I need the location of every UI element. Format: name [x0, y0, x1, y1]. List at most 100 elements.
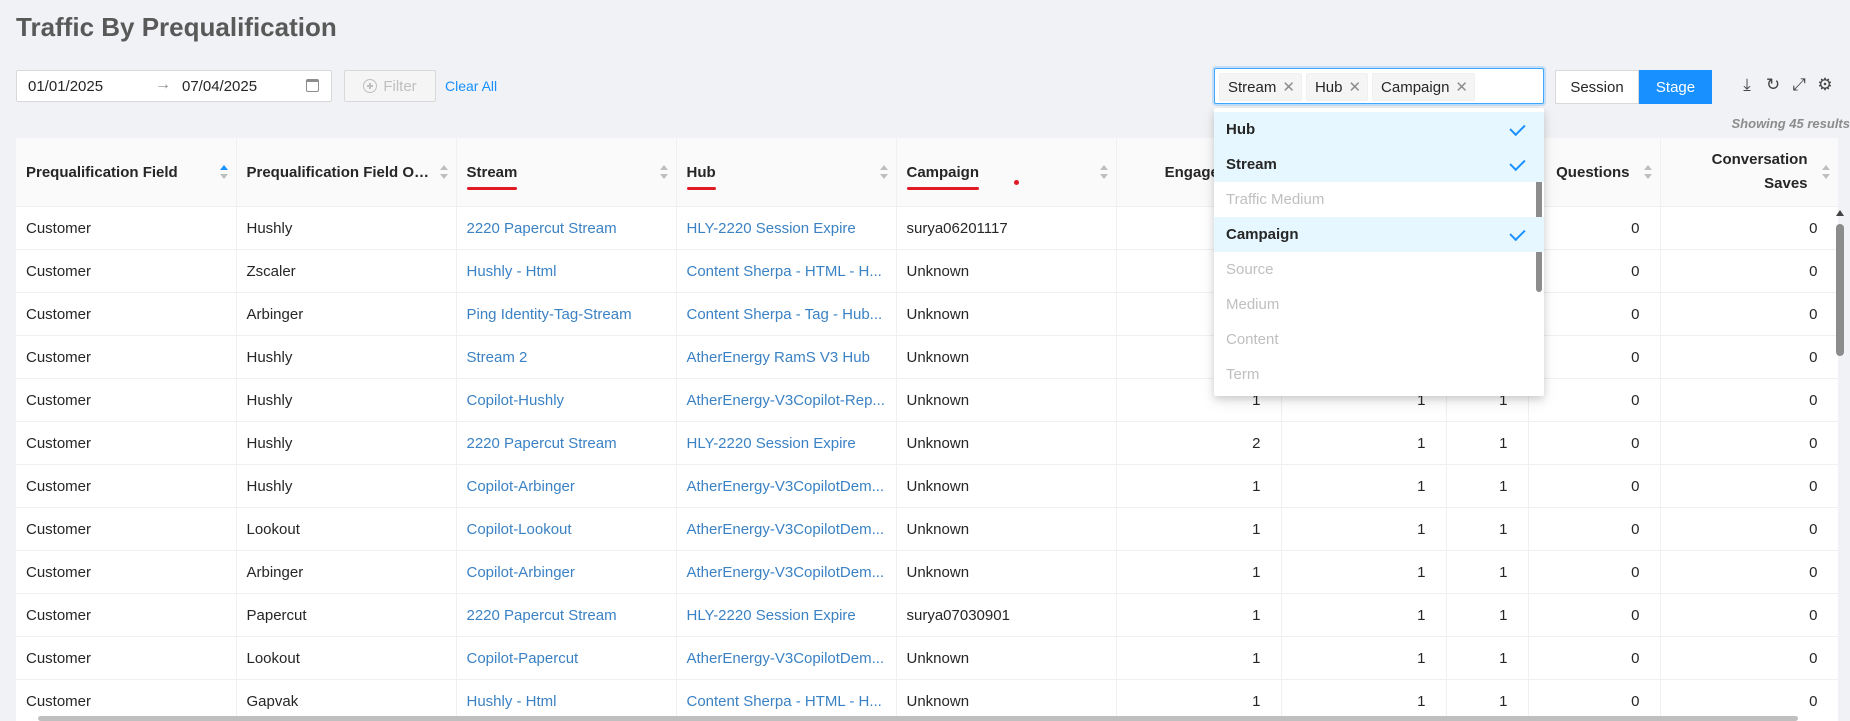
option-label: Source [1226, 261, 1274, 278]
table-cell[interactable]: HLY-2220 Session Expire [676, 421, 897, 465]
col-questions[interactable]: Questions [1528, 138, 1661, 207]
table-row[interactable]: Customer Arbinger Ping Identity-Tag-Stream… [16, 292, 1838, 336]
option-label: Stream [1226, 156, 1277, 173]
table-cell: 1 [1281, 507, 1447, 551]
table-cell: 1 [1281, 679, 1447, 721]
col-label: Hub [686, 163, 716, 190]
table-cell[interactable]: HLY-2220 Session Expire [676, 206, 897, 250]
calendar-icon[interactable] [306, 79, 319, 92]
table-row[interactable]: Customer Hushly Copilot-Arbinger AtherEnerg… [16, 464, 1838, 508]
table-cell[interactable]: HLY-2220 Session Expire [676, 593, 897, 637]
table-cell: 1 [1281, 636, 1447, 680]
download-icon[interactable]: ⤓ [1738, 76, 1756, 94]
sort-icon[interactable] [879, 165, 888, 179]
close-icon[interactable]: ✕ [1282, 78, 1295, 96]
col-conversation-saves[interactable]: Conversation Saves [1660, 138, 1838, 207]
table-row[interactable]: Customer Gapvak Hushly - Html Content Sherp… [16, 679, 1838, 721]
fullscreen-icon[interactable]: ⤢ [1790, 76, 1808, 94]
results-table: Prequalification Field Prequalification … [16, 138, 1838, 721]
table-cell[interactable]: AtherEnergy RamS V3 Hub [676, 335, 897, 379]
dropdown-option-campaign[interactable]: Campaign [1214, 217, 1544, 252]
table-cell[interactable]: AtherEnergy-V3CopilotDem... [676, 636, 897, 680]
table-cell[interactable]: AtherEnergy-V3CopilotDem... [676, 507, 897, 551]
scroll-thumb[interactable] [1836, 224, 1844, 356]
sort-icon[interactable] [1099, 165, 1108, 179]
table-cell: Unknown [896, 550, 1117, 594]
table-cell: 0 [1528, 292, 1661, 336]
table-cell[interactable]: Copilot-Hushly [456, 378, 677, 422]
table-row[interactable]: Customer Arbinger Copilot-Arbinger AtherEne… [16, 550, 1838, 594]
sort-icon[interactable] [659, 165, 668, 179]
table-row[interactable]: Customer Hushly Copilot-Hushly AtherEnergy-… [16, 378, 1838, 422]
option-label: Term [1226, 366, 1260, 383]
table-cell: 1 [1446, 679, 1529, 721]
table-cell[interactable]: Content Sherpa - HTML - H... [676, 249, 897, 293]
table-row[interactable]: Customer Hushly 2220 Papercut Stream HLY-22… [16, 421, 1838, 465]
session-toggle-button[interactable]: Session [1555, 70, 1639, 104]
col-campaign[interactable]: Campaign [896, 138, 1117, 207]
sort-icon[interactable] [439, 165, 448, 179]
start-date-input[interactable]: 01/01/2025 [28, 78, 103, 95]
group-by-select[interactable]: Stream ✕ Hub ✕ Campaign ✕ [1214, 68, 1544, 104]
table-row[interactable]: Customer Lookout Copilot-Lookout AtherEnerg… [16, 507, 1838, 551]
table-vertical-scrollbar[interactable] [1836, 210, 1844, 720]
table-cell: 0 [1528, 421, 1661, 465]
table-cell[interactable]: Content Sherpa - Tag - Hub... [676, 292, 897, 336]
table-cell: 0 [1660, 421, 1838, 465]
scroll-up-icon[interactable] [1836, 210, 1844, 216]
filter-button[interactable]: Filter [344, 70, 436, 102]
table-cell: 0 [1528, 593, 1661, 637]
option-label: Traffic Medium [1226, 191, 1325, 208]
table-cell[interactable]: Hushly - Html [456, 249, 677, 293]
stage-toggle-button[interactable]: Stage [1639, 70, 1712, 104]
col-prequalification-field[interactable]: Prequalification Field [16, 138, 237, 207]
sort-icon[interactable] [1821, 165, 1830, 179]
table-cell: 0 [1528, 378, 1661, 422]
dropdown-option-stream[interactable]: Stream [1214, 147, 1544, 182]
table-row[interactable]: Customer Zscaler Hushly - Html Content Sher… [16, 249, 1838, 293]
settings-icon[interactable]: ⚙ [1816, 76, 1834, 94]
tag-label: Hub [1314, 78, 1343, 96]
table-cell: Unknown [896, 464, 1117, 508]
tag-label: Campaign [1381, 78, 1450, 96]
table-cell[interactable]: AtherEnergy-V3Copilot-Rep... [676, 378, 897, 422]
table-cell: Unknown [896, 292, 1117, 336]
table-row[interactable]: Customer Lookout Copilot-Papercut AtherEner… [16, 636, 1838, 680]
table-cell[interactable]: Content Sherpa - HTML - H... [676, 679, 897, 721]
clear-all-link[interactable]: Clear All [445, 78, 497, 94]
close-icon[interactable]: ✕ [1348, 78, 1361, 96]
table-cell[interactable]: AtherEnergy-V3CopilotDem... [676, 550, 897, 594]
table-cell[interactable]: Stream 2 [456, 335, 677, 379]
close-icon[interactable]: ✕ [1455, 78, 1468, 96]
sort-icon[interactable] [1643, 165, 1652, 179]
table-cell[interactable]: Hushly - Html [456, 679, 677, 721]
table-cell[interactable]: AtherEnergy-V3CopilotDem... [676, 464, 897, 508]
table-cell: Lookout [236, 507, 457, 551]
refresh-icon[interactable]: ↻ [1764, 76, 1782, 94]
table-cell[interactable]: Copilot-Papercut [456, 636, 677, 680]
check-icon [1509, 154, 1526, 172]
end-date-input[interactable]: 07/04/2025 [182, 78, 257, 95]
table-row[interactable]: Customer Hushly 2220 Papercut Stream HLY-22… [16, 206, 1838, 250]
sort-icon[interactable] [219, 165, 228, 179]
table-cell[interactable]: 2220 Papercut Stream [456, 421, 677, 465]
table-cell[interactable]: Ping Identity-Tag-Stream [456, 292, 677, 336]
dropdown-option-hub[interactable]: Hub [1214, 112, 1544, 147]
table-row[interactable]: Customer Hushly Stream 2 AtherEnergy RamS V… [16, 335, 1838, 379]
table-cell[interactable]: Copilot-Arbinger [456, 464, 677, 508]
option-label: Content [1226, 331, 1279, 348]
table-cell[interactable]: 2220 Papercut Stream [456, 206, 677, 250]
col-stream[interactable]: Stream [456, 138, 677, 207]
date-range-picker[interactable]: 01/01/2025 → 07/04/2025 [16, 70, 332, 102]
table-cell[interactable]: Copilot-Lookout [456, 507, 677, 551]
col-prequalification-field-option[interactable]: Prequalification Field Op... [236, 138, 457, 207]
tag-label: Stream [1228, 78, 1277, 96]
table-cell: 0 [1528, 249, 1661, 293]
table-horizontal-scrollbar[interactable] [38, 716, 1798, 721]
table-row[interactable]: Customer Papercut 2220 Papercut Stream HLY-… [16, 593, 1838, 637]
col-hub[interactable]: Hub [676, 138, 897, 207]
table-cell: 1 [1116, 464, 1282, 508]
table-cell[interactable]: 2220 Papercut Stream [456, 593, 677, 637]
table-cell[interactable]: Copilot-Arbinger [456, 550, 677, 594]
table-header-row: Prequalification Field Prequalification … [16, 138, 1838, 207]
